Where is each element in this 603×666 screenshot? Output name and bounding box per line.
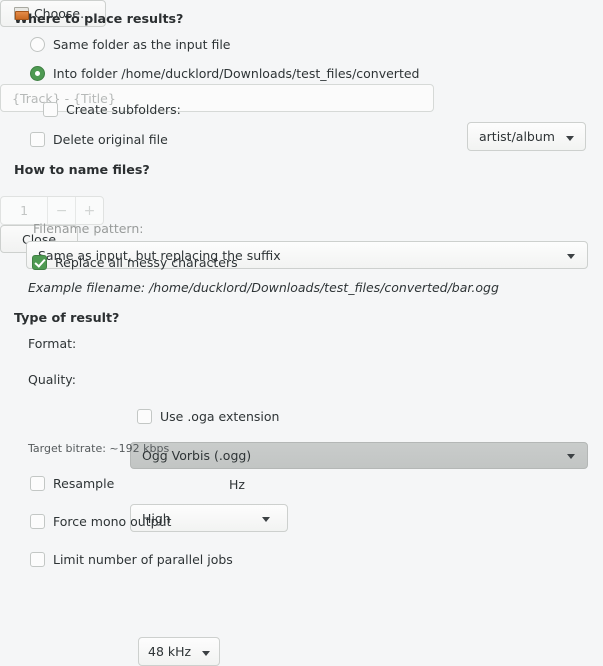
checkbox-replace-messy-label: Replace all messy characters <box>55 255 238 270</box>
checkbox-replace-messy[interactable]: Replace all messy characters <box>32 255 238 270</box>
example-filename: Example filename: /home/ducklord/Downloa… <box>28 280 499 295</box>
subfolders-pattern-combobox[interactable]: artist/album <box>467 122 586 151</box>
radio-into-folder[interactable]: Into folder /home/ducklord/Downloads/tes… <box>30 66 419 81</box>
radio-same-folder[interactable]: Same folder as the input file <box>30 37 231 52</box>
checkbox-use-oga-indicator[interactable] <box>137 409 152 424</box>
checkbox-limit-jobs-indicator[interactable] <box>30 552 45 567</box>
checkbox-resample-label: Resample <box>53 476 115 491</box>
checkbox-force-mono-label: Force mono output <box>53 514 172 529</box>
parallel-jobs-value[interactable]: 1 <box>1 197 47 224</box>
resample-rate-value: 48 kHz <box>148 644 192 659</box>
quality-row: Quality: <box>28 372 76 387</box>
chevron-down-icon <box>567 254 575 259</box>
subfolders-pattern-value: artist/album <box>479 129 555 144</box>
format-row: Format: <box>28 336 76 351</box>
radio-same-folder-label: Same folder as the input file <box>53 37 231 52</box>
checkbox-create-subfolders-indicator[interactable] <box>43 102 58 117</box>
chevron-down-icon <box>566 136 574 141</box>
convert-settings-dialog: Where to place results? Same folder as t… <box>0 0 603 666</box>
checkbox-delete-original[interactable]: Delete original file <box>30 132 168 147</box>
checkbox-limit-jobs[interactable]: Limit number of parallel jobs <box>30 552 233 567</box>
radio-into-folder-label: Into folder /home/ducklord/Downloads/tes… <box>53 66 420 81</box>
checkbox-limit-jobs-label: Limit number of parallel jobs <box>53 552 233 567</box>
checkbox-delete-original-label: Delete original file <box>53 132 168 147</box>
checkbox-delete-original-indicator[interactable] <box>30 132 45 147</box>
format-combobox[interactable]: Ogg Vorbis (.ogg) <box>130 442 588 469</box>
checkbox-resample-indicator[interactable] <box>30 476 45 491</box>
format-label: Format: <box>28 336 77 351</box>
chevron-down-icon <box>202 651 210 656</box>
resample-rate-combobox[interactable]: 48 kHz <box>138 637 220 666</box>
chevron-down-icon <box>567 454 575 459</box>
checkbox-use-oga-label: Use .oga extension <box>160 409 280 424</box>
parallel-jobs-decrement-button[interactable]: − <box>47 197 75 224</box>
filename-pattern-row: Filename pattern: <box>33 221 143 236</box>
filename-pattern-label: Filename pattern: <box>33 221 144 236</box>
chevron-down-icon <box>262 517 270 522</box>
checkbox-create-subfolders[interactable]: Create subfolders: <box>43 102 181 117</box>
radio-into-folder-indicator[interactable] <box>30 66 45 81</box>
checkbox-replace-messy-indicator[interactable] <box>32 255 47 270</box>
type-of-result-heading: Type of result? <box>14 310 120 325</box>
example-filename-path: /home/ducklord/Downloads/test_files/conv… <box>149 280 499 295</box>
checkbox-resample[interactable]: Resample <box>30 476 114 491</box>
quality-label: Quality: <box>28 372 76 387</box>
how-to-name-heading: How to name files? <box>14 162 150 177</box>
example-filename-prefix: Example filename: <box>28 280 146 295</box>
checkbox-use-oga[interactable]: Use .oga extension <box>137 409 279 424</box>
resample-unit: Hz <box>229 477 245 492</box>
parallel-jobs-increment-button[interactable]: + <box>75 197 103 224</box>
target-bitrate-text: Target bitrate: ~192 kbps <box>28 442 170 455</box>
radio-same-folder-indicator[interactable] <box>30 37 45 52</box>
checkbox-force-mono[interactable]: Force mono output <box>30 514 171 529</box>
checkbox-force-mono-indicator[interactable] <box>30 514 45 529</box>
folder-icon <box>13 7 29 20</box>
where-to-place-heading: Where to place results? <box>14 11 184 26</box>
checkbox-create-subfolders-label: Create subfolders: <box>66 102 181 117</box>
resample-unit-label: Hz <box>229 477 245 492</box>
